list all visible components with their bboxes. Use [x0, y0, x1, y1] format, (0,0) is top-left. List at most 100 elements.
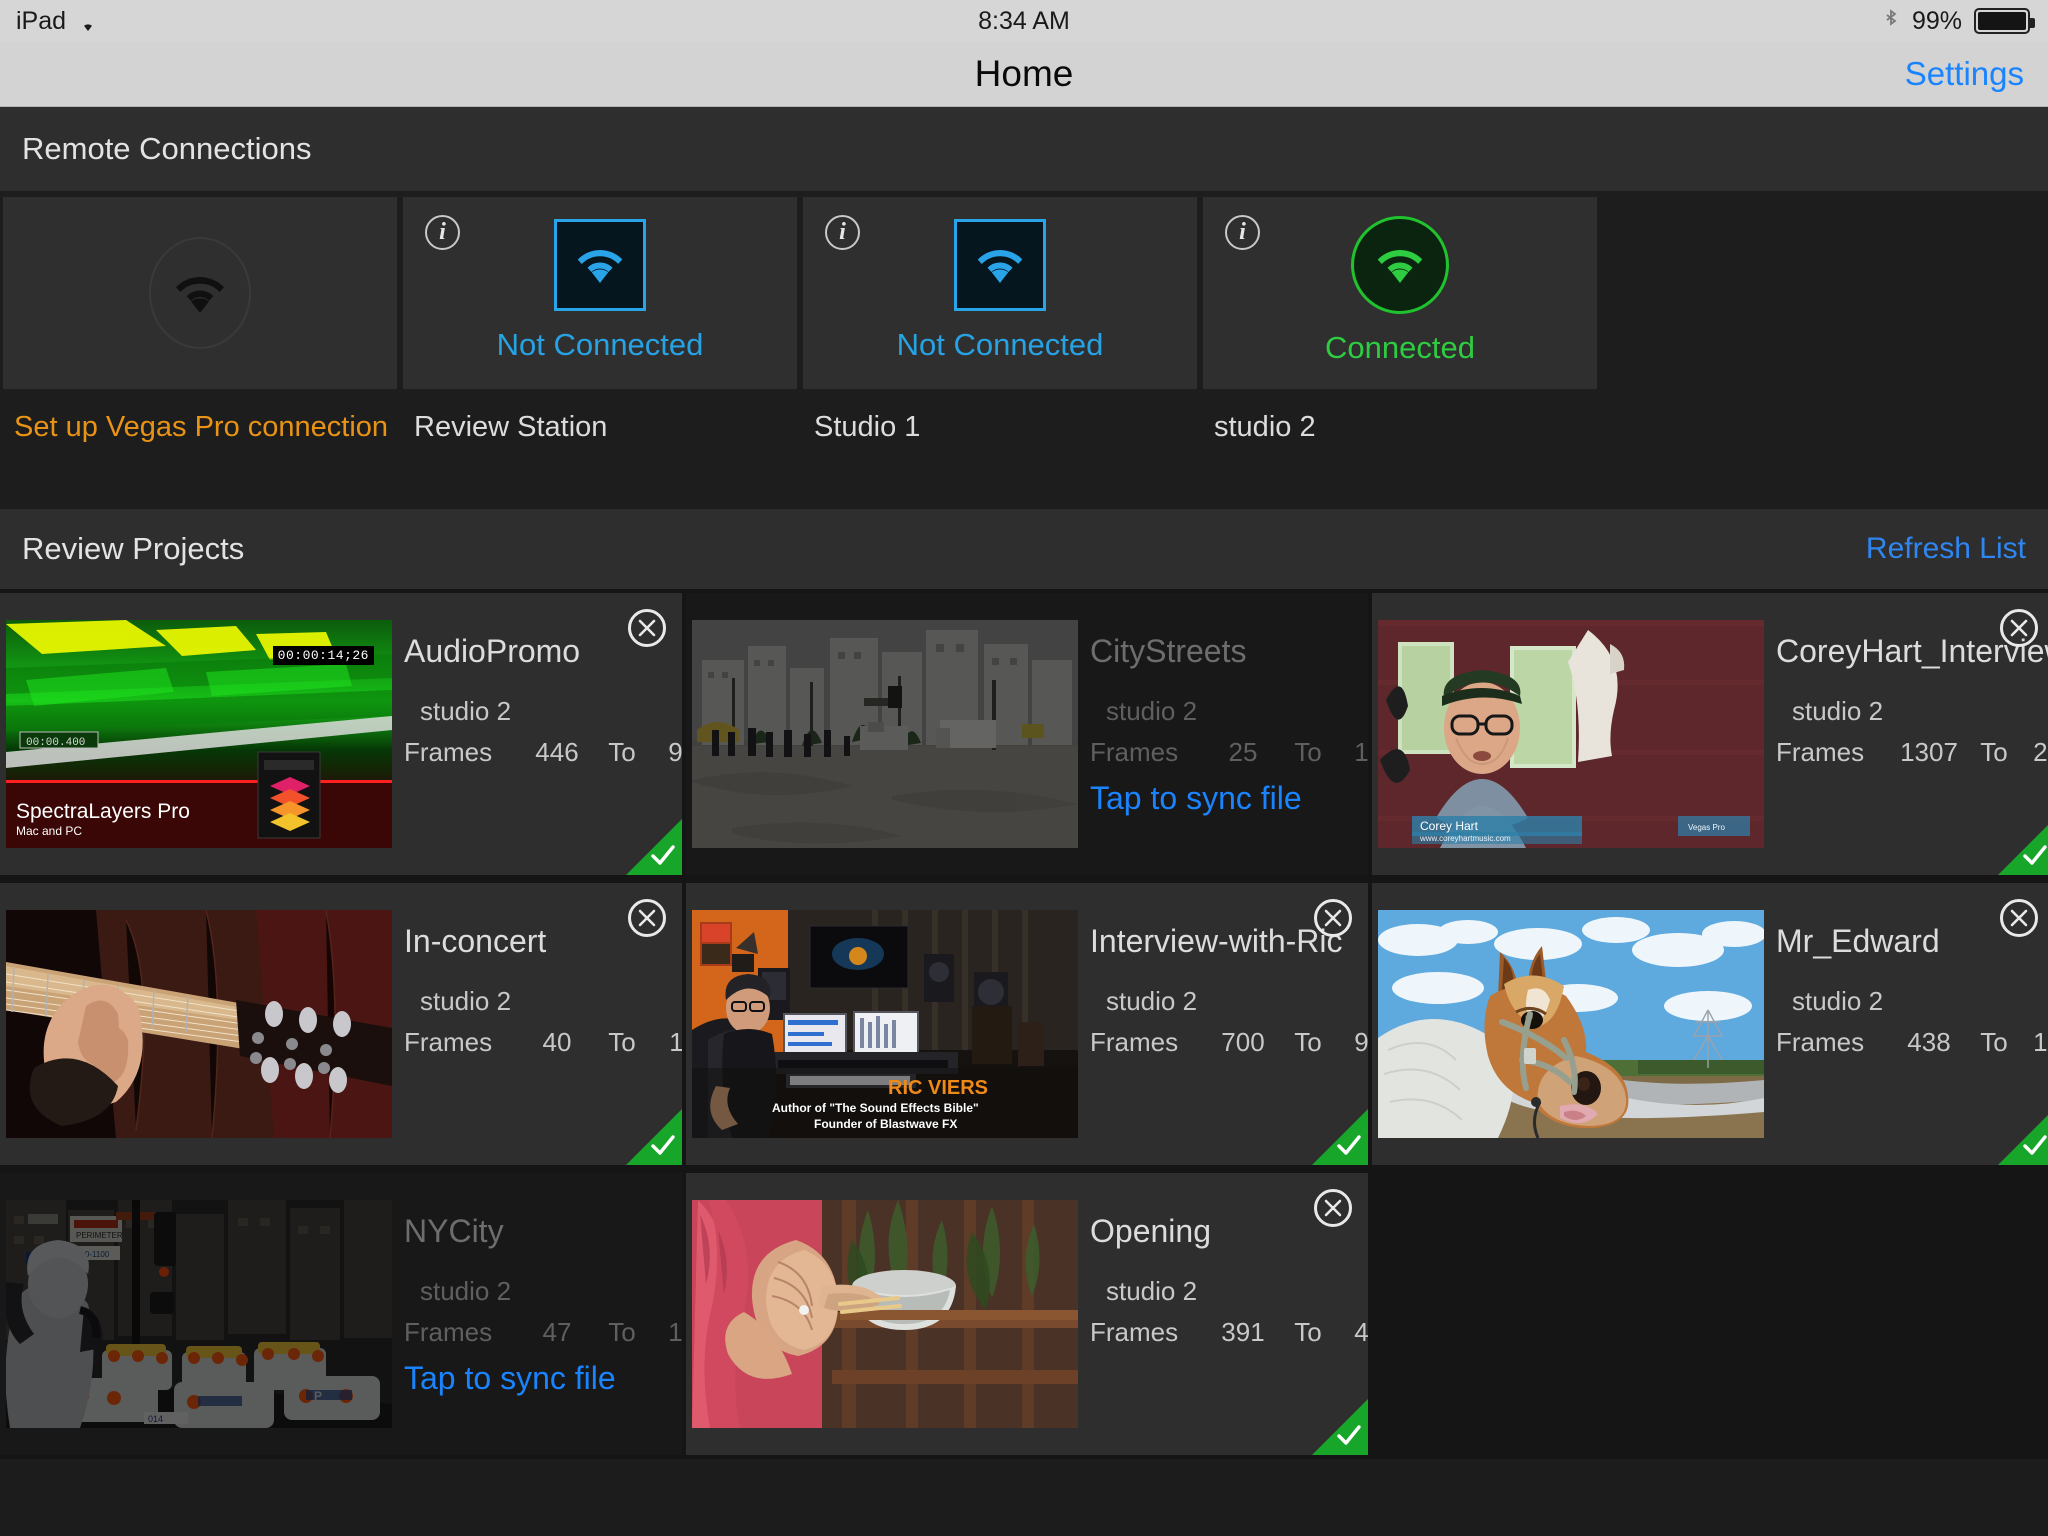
- remote-connection-label[interactable]: Set up Vegas Pro connection: [0, 389, 400, 444]
- review-projects-grid: 00:00.400 00:00:14;26 SpectraLayers Pro …: [0, 589, 2048, 1459]
- project-thumbnail[interactable]: [692, 1200, 1078, 1428]
- project-card[interactable]: Corey Hart www.coreyhartmusic.com Vegas …: [1372, 593, 2048, 875]
- frame-start: 40: [542, 1027, 572, 1057]
- project-row: 00:00.400 00:00:14;26 SpectraLayers Pro …: [0, 589, 2048, 879]
- device-name-label: iPad: [16, 6, 67, 35]
- frame-start: 25: [1228, 737, 1258, 767]
- synced-check-icon: [1998, 819, 2048, 875]
- project-meta: CityStreets studio 2 Frames 25 To 108 Ta…: [1078, 593, 1368, 875]
- synced-check-icon: [626, 819, 682, 875]
- project-row: In-concert studio 2 Frames 40 To 113: [0, 879, 2048, 1169]
- synced-check-icon: [1312, 1399, 1368, 1455]
- project-thumbnail[interactable]: Corey Hart www.coreyhartmusic.com Vegas …: [1378, 620, 1764, 848]
- refresh-list-button[interactable]: Refresh List: [1866, 532, 2026, 566]
- project-card[interactable]: In-concert studio 2 Frames 40 To 113: [0, 883, 682, 1165]
- to-label: To: [1294, 1027, 1322, 1057]
- remote-connection-tile-review-station[interactable]: i Not Connected: [403, 197, 797, 389]
- frame-end: 982: [1354, 1027, 1368, 1057]
- remote-connection-label[interactable]: Review Station: [400, 389, 800, 444]
- remote-connection-tile-studio-1[interactable]: i Not Connected: [803, 197, 1197, 389]
- project-thumbnail[interactable]: [6, 910, 392, 1138]
- frames-label: Frames: [404, 737, 493, 767]
- remote-connection-tile-setup[interactable]: [3, 197, 397, 389]
- close-icon[interactable]: [628, 609, 666, 647]
- to-label: To: [1980, 737, 2008, 767]
- to-label: To: [608, 1317, 636, 1347]
- project-card[interactable]: Mr_Edward studio 2 Frames 438 To 1242: [1372, 883, 2048, 1165]
- project-station: studio 2: [420, 696, 512, 726]
- frame-end: 2975: [2033, 737, 2048, 767]
- status-bar-right: 99%: [1882, 7, 2048, 36]
- project-frames: Frames 446 To 990: [404, 727, 682, 768]
- frame-end: 479: [1354, 1317, 1368, 1347]
- to-label: To: [1294, 1317, 1322, 1347]
- frame-start: 391: [1221, 1317, 1265, 1347]
- settings-button[interactable]: Settings: [1905, 55, 2024, 93]
- svg-text:014: 014: [148, 1414, 163, 1424]
- remote-connections-strip: Set up Vegas Pro connection i Not Connec…: [0, 191, 2048, 509]
- frames-label: Frames: [1776, 737, 1865, 767]
- frames-label: Frames: [1090, 737, 1179, 767]
- svg-text:PERIMETER: PERIMETER: [76, 1231, 123, 1240]
- info-icon[interactable]: i: [825, 215, 860, 250]
- close-icon[interactable]: [628, 899, 666, 937]
- close-icon[interactable]: [2000, 609, 2038, 647]
- close-icon[interactable]: [1314, 1189, 1352, 1227]
- remote-connections-title: Remote Connections: [22, 131, 312, 166]
- project-thumbnail[interactable]: 00:00.400 00:00:14;26 SpectraLayers Pro …: [6, 620, 392, 848]
- svg-text:RIC VIERS: RIC VIERS: [888, 1077, 988, 1099]
- project-card[interactable]: 00:00.400 00:00:14;26 SpectraLayers Pro …: [0, 593, 682, 875]
- project-frames: Frames 438 To 1242: [1776, 1017, 2048, 1058]
- remote-connection-item[interactable]: Set up Vegas Pro connection: [0, 197, 400, 444]
- remote-connection-tile-studio-2[interactable]: i Connected: [1203, 197, 1597, 389]
- remote-connection-status: Not Connected: [896, 327, 1104, 362]
- frames-label: Frames: [404, 1027, 493, 1057]
- project-card[interactable]: PERIMETER 590-1100 P 014 NYCity studio 2…: [0, 1173, 682, 1455]
- remote-connection-label[interactable]: Studio 1: [800, 389, 1200, 444]
- bluetooth-icon: [1882, 8, 1900, 34]
- thumbnail-caption: SpectraLayers Pro Mac and PC: [16, 800, 190, 838]
- frame-start: 700: [1221, 1027, 1265, 1057]
- close-icon[interactable]: [2000, 899, 2038, 937]
- project-card[interactable]: CityStreets studio 2 Frames 25 To 108 Ta…: [686, 593, 1368, 875]
- tap-to-sync-link[interactable]: Tap to sync file: [1090, 768, 1368, 817]
- svg-text:Corey Hart: Corey Hart: [1420, 819, 1479, 833]
- remote-connection-label[interactable]: studio 2: [1200, 389, 1600, 444]
- page-title: Home: [974, 53, 1074, 94]
- frame-end: 108: [1354, 737, 1368, 767]
- close-icon[interactable]: [1314, 899, 1352, 937]
- review-projects-title: Review Projects: [22, 531, 245, 566]
- wifi-icon: [149, 237, 251, 349]
- project-name: CityStreets: [1090, 633, 1247, 669]
- project-station: studio 2: [1792, 696, 1884, 726]
- svg-text:Founder of Blastwave FX: Founder of Blastwave FX: [814, 1117, 957, 1131]
- frames-label: Frames: [404, 1317, 493, 1347]
- project-card[interactable]: RIC VIERS Author of "The Sound Effects B…: [686, 883, 1368, 1165]
- project-frames: Frames 47 To 108: [404, 1307, 682, 1348]
- project-station: studio 2: [1792, 986, 1884, 1016]
- project-thumbnail[interactable]: [1378, 910, 1764, 1138]
- project-frames: Frames 391 To 479: [1090, 1307, 1368, 1348]
- frame-start: 1307: [1900, 737, 1958, 767]
- synced-check-icon: [626, 1109, 682, 1165]
- thumbnail-timecode: 00:00:14;26: [272, 646, 374, 665]
- remote-connections-header: Remote Connections: [0, 107, 2048, 191]
- frame-start: 438: [1907, 1027, 1951, 1057]
- svg-text:00:00.400: 00:00.400: [26, 737, 85, 749]
- remote-connection-item[interactable]: i Connected studio 2: [1200, 197, 1600, 444]
- remote-connection-item[interactable]: i Not Connected Studio 1: [800, 197, 1200, 444]
- tap-to-sync-link[interactable]: Tap to sync file: [404, 1348, 682, 1397]
- project-thumbnail[interactable]: [692, 620, 1078, 848]
- info-icon[interactable]: i: [425, 215, 460, 250]
- to-label: To: [1294, 737, 1322, 767]
- project-frames: Frames 1307 To 2975: [1776, 727, 2048, 768]
- remote-connection-status: Not Connected: [496, 327, 704, 362]
- svg-text:www.coreyhartmusic.com: www.coreyhartmusic.com: [1419, 834, 1511, 843]
- project-thumbnail[interactable]: PERIMETER 590-1100 P 014: [6, 1200, 392, 1428]
- info-icon[interactable]: i: [1225, 215, 1260, 250]
- remote-connection-item[interactable]: i Not Connected Review Station: [400, 197, 800, 444]
- project-row: PERIMETER 590-1100 P 014 NYCity studio 2…: [0, 1169, 2048, 1459]
- project-thumbnail[interactable]: RIC VIERS Author of "The Sound Effects B…: [692, 910, 1078, 1138]
- synced-check-icon: [1312, 1109, 1368, 1165]
- project-card[interactable]: Opening studio 2 Frames 391 To 479: [686, 1173, 1368, 1455]
